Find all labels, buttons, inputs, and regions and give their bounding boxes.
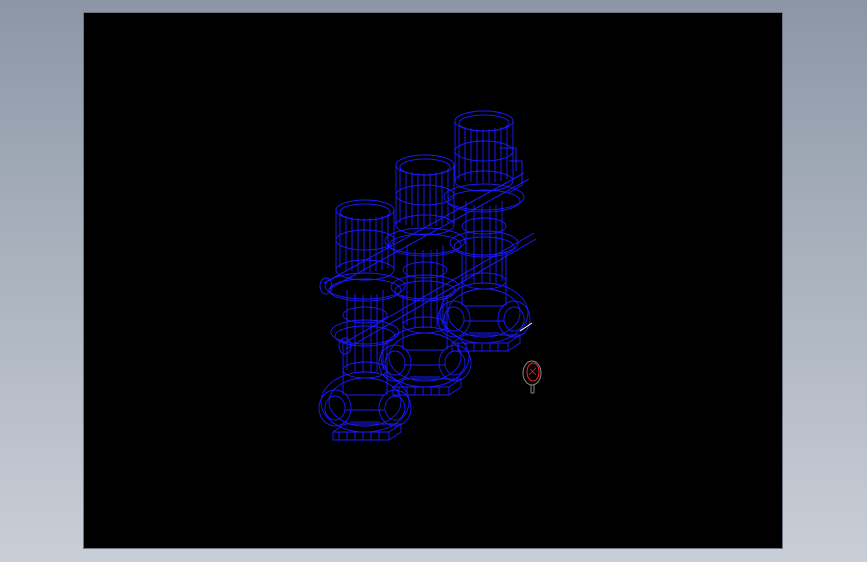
wireframe-model (318, 110, 542, 441)
pump-middle (378, 154, 472, 396)
pump-left (318, 199, 412, 441)
cad-viewport[interactable] (84, 13, 782, 548)
pressure-gauge (522, 360, 542, 394)
